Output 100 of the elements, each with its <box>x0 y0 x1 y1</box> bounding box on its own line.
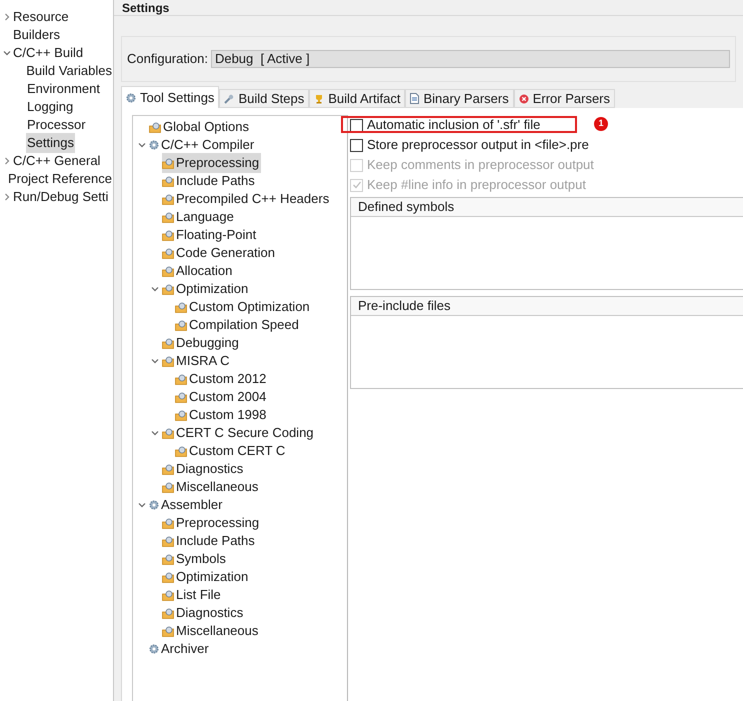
tab[interactable]: Tool Settings <box>121 86 220 108</box>
tree-item[interactable]: Global Options <box>149 117 251 137</box>
tree-item[interactable]: Diagnostics <box>162 603 246 623</box>
configuration-dropdown[interactable]: Debug [ Active ] <box>210 50 730 68</box>
tree-item[interactable]: CERT C Secure Coding <box>162 423 316 443</box>
tree-item[interactable]: MISRA C <box>162 351 232 371</box>
folder-gear-icon <box>162 518 174 528</box>
tree-item[interactable]: Preprocessing <box>162 153 262 173</box>
tree-item[interactable]: Custom 2012 <box>175 369 268 389</box>
folder-gear-icon <box>175 446 187 456</box>
page-title: Settings <box>122 2 170 14</box>
document-icon <box>410 93 420 104</box>
tab[interactable]: Build Artifact <box>309 89 406 108</box>
list-title: Defined symbols <box>358 198 454 216</box>
chevron-down-icon[interactable] <box>138 501 146 509</box>
checkbox-label: Automatic inclusion of '.sfr' file <box>367 116 540 134</box>
chevron-right-icon[interactable] <box>3 157 11 165</box>
folder-gear-icon <box>162 284 174 294</box>
tab[interactable]: Error Parsers <box>514 89 616 108</box>
tree-item[interactable]: Compilation Speed <box>175 315 301 335</box>
folder-gear-icon <box>162 482 174 492</box>
chevron-down-icon[interactable] <box>151 357 159 365</box>
sidebar-item[interactable]: Project Reference <box>6 169 113 189</box>
tree-item[interactable]: Custom 1998 <box>175 405 268 425</box>
folder-gear-icon <box>175 392 187 402</box>
folder-gear-icon <box>149 122 161 132</box>
folder-gear-icon <box>162 572 174 582</box>
wrench-icon <box>224 94 234 104</box>
tree-item[interactable]: Include Paths <box>162 171 257 191</box>
folder-gear-icon <box>162 356 174 366</box>
sidebar-item[interactable]: Processor <box>26 115 87 135</box>
folder-gear-icon <box>162 266 174 276</box>
chevron-down-icon[interactable] <box>151 429 159 437</box>
list-title: Pre-include files <box>358 297 450 316</box>
chevron-right-icon[interactable] <box>3 193 11 201</box>
tree-item[interactable]: Language <box>162 207 236 227</box>
checkbox-label: Keep #line info in preprocessor output <box>367 176 586 194</box>
tree-item[interactable]: Custom Optimization <box>175 297 312 317</box>
tree-item[interactable]: Include Paths <box>162 531 257 551</box>
sidebar-item[interactable]: Resource <box>12 7 70 27</box>
chevron-right-icon[interactable] <box>3 13 11 21</box>
tree-item[interactable]: Diagnostics <box>162 459 246 479</box>
folder-gear-icon <box>162 464 174 474</box>
folder-gear-icon <box>162 554 174 564</box>
error-icon <box>518 94 529 104</box>
checkbox-label: Store preprocessor output in <file>.pre <box>367 136 589 154</box>
folder-gear-icon <box>162 230 174 240</box>
tree-item[interactable]: Code Generation <box>162 243 278 263</box>
chevron-down-icon[interactable] <box>138 141 146 149</box>
folder-gear-icon <box>175 374 187 384</box>
gear-icon <box>149 140 159 150</box>
tree-item[interactable]: Archiver <box>149 639 211 659</box>
sidebar-item[interactable]: C/C++ Build <box>12 43 84 63</box>
folder-gear-icon <box>162 212 174 222</box>
tree-item[interactable]: Optimization <box>162 567 250 587</box>
configuration-label: Configuration: <box>127 50 208 68</box>
tree-item[interactable]: Floating-Point <box>162 225 258 245</box>
tree-item[interactable]: Precompiled C++ Headers <box>162 189 332 209</box>
sidebar-item[interactable]: Logging <box>26 97 74 117</box>
chevron-down-icon[interactable] <box>3 49 11 57</box>
folder-gear-icon <box>162 590 174 600</box>
folder-gear-icon <box>162 338 174 348</box>
checkbox-label: Keep comments in preprocessor output <box>367 156 594 174</box>
gear-icon <box>126 92 136 102</box>
folder-gear-icon <box>162 428 174 438</box>
chevron-down-icon[interactable] <box>151 285 159 293</box>
folder-gear-icon <box>162 194 174 204</box>
tree-item[interactable]: Allocation <box>162 261 234 281</box>
folder-gear-icon <box>175 410 187 420</box>
folder-gear-icon <box>162 626 174 636</box>
folder-gear-icon <box>175 320 187 330</box>
tree-item[interactable]: Custom CERT C <box>175 441 288 461</box>
folder-gear-icon <box>162 248 174 258</box>
tree-item[interactable]: Debugging <box>162 333 241 353</box>
sidebar-item[interactable]: Run/Debug Setti <box>12 187 110 207</box>
checkbox[interactable] <box>350 138 363 152</box>
number-badge: 1 <box>594 117 608 131</box>
tree-item[interactable]: Miscellaneous <box>162 477 260 497</box>
gear-icon <box>149 500 159 510</box>
folder-gear-icon <box>175 302 187 312</box>
tree-item[interactable]: Symbols <box>162 549 228 569</box>
folder-gear-icon <box>162 608 174 618</box>
sidebar-item[interactable]: Builders <box>12 25 61 45</box>
checkbox[interactable] <box>350 118 363 132</box>
tree-item[interactable]: List File <box>162 585 223 605</box>
sidebar-item[interactable]: Build Variables <box>25 61 113 81</box>
folder-gear-icon <box>162 536 174 546</box>
tree-item[interactable]: Preprocessing <box>162 513 262 533</box>
tree-item[interactable]: Miscellaneous <box>162 621 260 641</box>
sidebar-item[interactable]: Settings <box>26 133 75 153</box>
tree-item[interactable]: C/C++ Compiler <box>149 135 256 155</box>
folder-gear-icon <box>162 176 174 186</box>
tree-item[interactable]: Custom 2004 <box>175 387 268 407</box>
sidebar-item[interactable]: C/C++ General <box>12 151 102 171</box>
folder-gear-icon <box>162 158 174 168</box>
tree-item[interactable]: Assembler <box>149 495 224 515</box>
tab[interactable]: Build Steps <box>219 89 310 108</box>
tree-item[interactable]: Optimization <box>162 279 250 299</box>
tab[interactable]: Binary Parsers <box>405 89 514 108</box>
sidebar-item[interactable]: Environment <box>26 79 101 99</box>
